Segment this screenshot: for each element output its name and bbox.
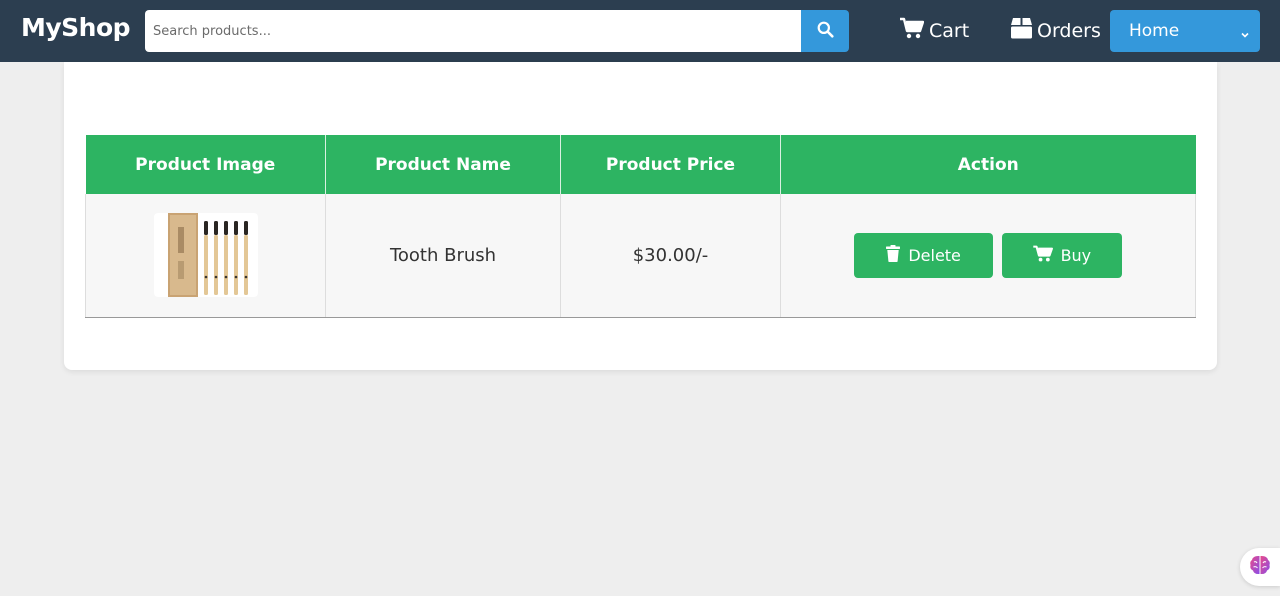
nav-orders-link[interactable]: Orders	[1011, 17, 1101, 44]
column-header: Action	[780, 135, 1196, 194]
brand-logo[interactable]: MyShop	[21, 13, 131, 42]
cart-table: Product Image Product Name Product Price…	[85, 135, 1196, 318]
product-name: Tooth Brush	[325, 194, 561, 318]
nav-cart-link[interactable]: Cart	[900, 17, 969, 44]
nav-orders-label: Orders	[1037, 19, 1101, 42]
navbar: MyShop Cart	[0, 0, 1280, 62]
search-icon	[817, 21, 834, 41]
product-image-cell	[85, 194, 326, 318]
home-select[interactable]: Home	[1110, 10, 1260, 52]
home-select-value: Home	[1129, 21, 1180, 41]
table-row: Tooth Brush $30.00/- Delete Buy	[85, 194, 1196, 318]
product-image	[153, 213, 258, 298]
buy-button-label: Buy	[1060, 245, 1092, 265]
column-header: Product Name	[325, 135, 561, 194]
table-header-row: Product Image Product Name Product Price…	[85, 135, 1196, 194]
brain-icon	[1249, 554, 1271, 580]
product-price: $30.00/-	[560, 194, 781, 318]
nav-cart-label: Cart	[929, 19, 970, 42]
action-cell: Delete Buy	[780, 194, 1196, 318]
assistant-widget-button[interactable]	[1240, 548, 1280, 586]
buy-button[interactable]: Buy	[1001, 232, 1122, 278]
chevron-down-icon	[1240, 25, 1250, 45]
delete-button-label: Delete	[908, 245, 961, 265]
cart-icon	[900, 17, 929, 44]
column-header: Product Price	[560, 135, 781, 194]
delete-button[interactable]: Delete	[854, 232, 994, 278]
box-icon	[1011, 17, 1037, 44]
search-button[interactable]	[801, 10, 849, 52]
search-bar	[145, 10, 849, 52]
cart-card: Product Image Product Name Product Price…	[64, 62, 1217, 370]
column-header: Product Image	[85, 135, 326, 194]
trash-icon	[886, 244, 908, 266]
search-input[interactable]	[145, 10, 801, 52]
cart-icon	[1032, 245, 1061, 266]
